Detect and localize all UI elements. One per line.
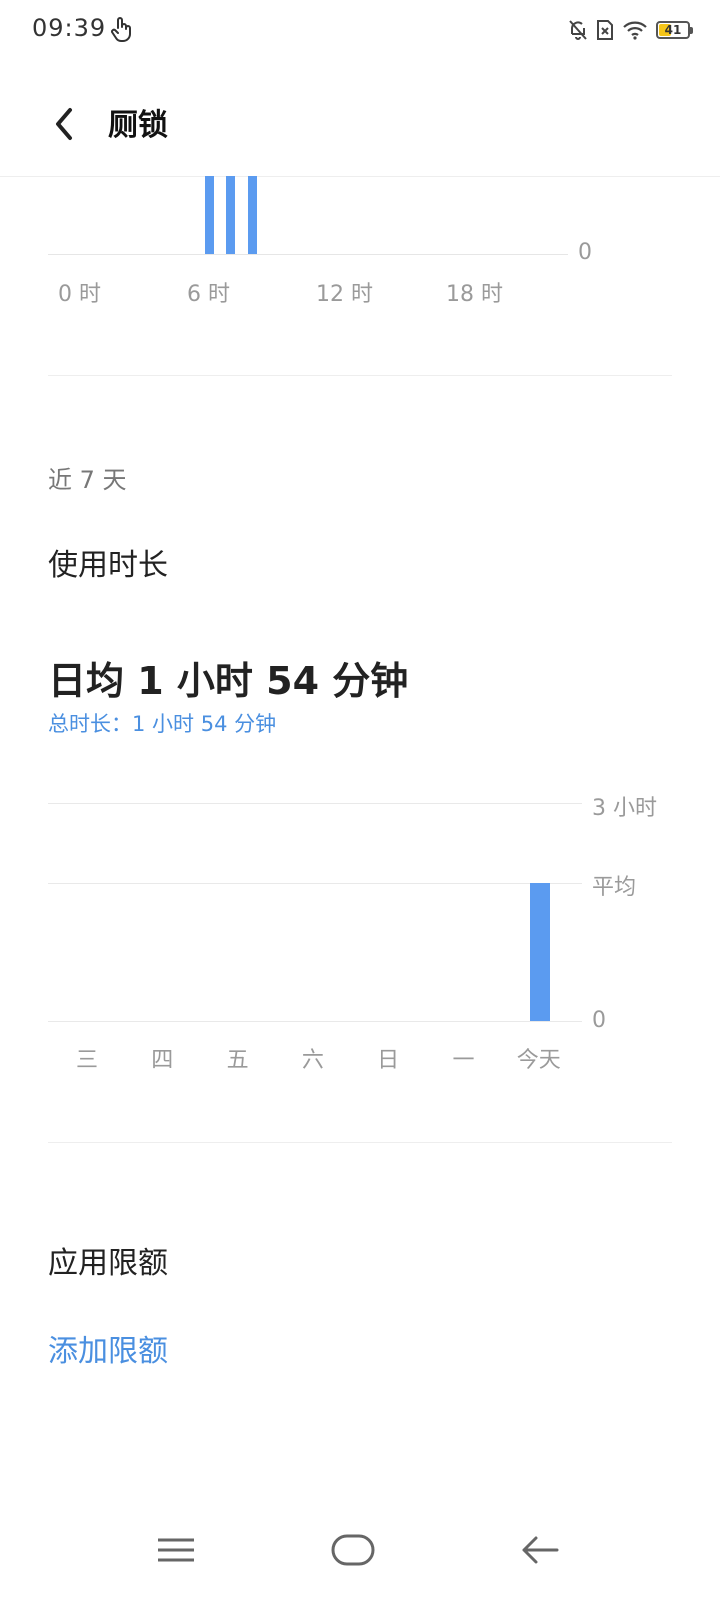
battery-icon: 41 — [656, 21, 693, 39]
home-icon — [331, 1534, 375, 1566]
touch-icon — [110, 16, 132, 42]
x-tick-label: 三 — [75, 1048, 98, 1073]
no-sim-icon — [597, 20, 613, 40]
add-limit-link[interactable]: 添加限额 — [48, 1326, 168, 1370]
status-time: 09:39 — [32, 14, 107, 42]
hourly-bar — [248, 176, 257, 254]
hourly-x-label: 18 时 — [446, 282, 503, 307]
x-tick-label: 五 — [226, 1048, 249, 1073]
home-button[interactable] — [313, 1510, 393, 1590]
back-arrow-icon — [522, 1536, 559, 1564]
back-button[interactable] — [36, 96, 92, 152]
daily-average: 日均 1 小时 54 分钟 — [48, 659, 409, 703]
hourly-x-label: 6 时 — [187, 282, 230, 307]
x-tick-label: 一 — [452, 1048, 475, 1073]
weekly-usage-chart: 3 小时 平均 0 三 四 五 六 日 一 今天 — [0, 780, 720, 1100]
hourly-bar — [205, 176, 214, 254]
hourly-y-zero: 0 — [578, 240, 592, 265]
chevron-left-icon — [56, 108, 72, 140]
status-icons: 41 — [568, 18, 693, 42]
hourly-bar — [226, 176, 235, 254]
x-tick-label: 日 — [377, 1048, 400, 1073]
system-nav-bar — [0, 1510, 720, 1600]
x-tick-label: 六 — [301, 1048, 324, 1073]
page-title: 厕锁 — [108, 108, 168, 143]
y-tick-label: 平均 — [592, 875, 637, 900]
menu-icon — [158, 1538, 194, 1562]
wifi-icon — [623, 21, 647, 40]
battery-level: 41 — [664, 23, 682, 37]
grid-line-zero — [48, 1021, 582, 1022]
menu-button[interactable] — [136, 1510, 216, 1590]
mute-bell-icon — [569, 20, 587, 40]
hourly-x-label: 0 时 — [58, 282, 101, 307]
x-tick-label: 四 — [151, 1048, 174, 1073]
range-label: 近 7 天 — [48, 466, 127, 494]
y-tick-label: 3 小时 — [592, 796, 657, 821]
app-header: 厕锁 — [0, 72, 720, 177]
back-nav-button[interactable] — [500, 1510, 580, 1590]
y-tick-label: 0 — [592, 1008, 606, 1033]
hourly-baseline — [48, 254, 568, 255]
x-tick-label: 今天 — [516, 1048, 561, 1073]
app-limits-title: 应用限额 — [48, 1246, 168, 1281]
divider — [48, 375, 672, 376]
grid-line-max — [48, 803, 582, 804]
usage-duration-title: 使用时长 — [48, 548, 168, 583]
divider — [48, 1142, 672, 1143]
total-duration: 总时长：1 小时 54 分钟 — [48, 712, 277, 736]
hourly-x-label: 12 时 — [316, 282, 373, 307]
grid-line-average — [48, 883, 582, 884]
weekly-bar — [529, 882, 550, 1021]
